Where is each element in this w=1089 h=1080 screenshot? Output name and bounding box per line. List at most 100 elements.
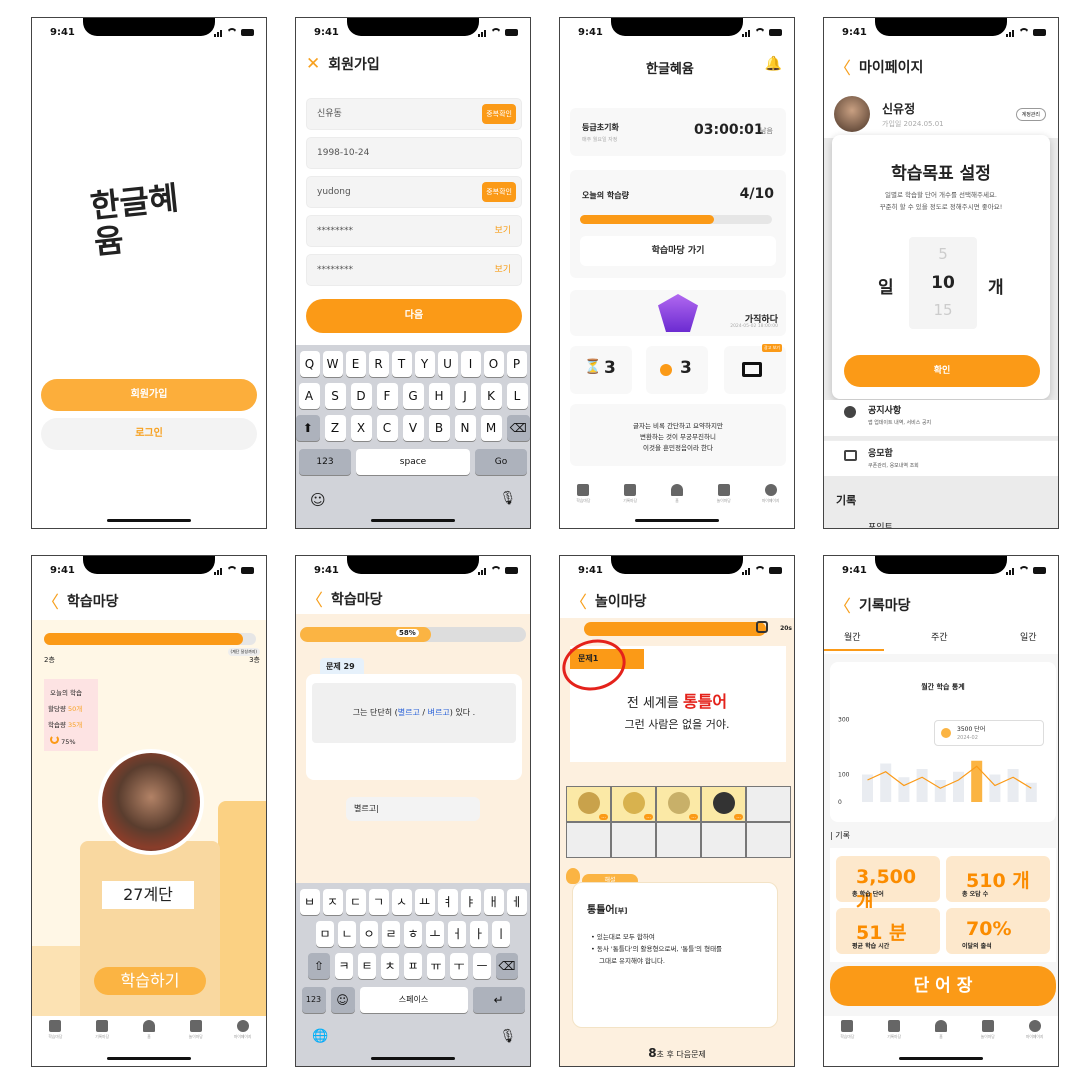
key[interactable]: H (428, 383, 450, 409)
key[interactable]: F (376, 383, 398, 409)
nav-item[interactable]: 놀이마당 (178, 1020, 214, 1040)
tab-weekly[interactable]: 주간 (931, 630, 948, 643)
key[interactable]: ㅜ (450, 953, 468, 979)
chart-bar[interactable] (989, 774, 1001, 803)
key[interactable]: ㄱ (368, 889, 389, 915)
numbers-key[interactable]: 123 (301, 987, 326, 1013)
tab-daily[interactable]: 일간 (1020, 630, 1037, 643)
key[interactable]: D (350, 383, 372, 409)
shift-key[interactable]: ⬆ (296, 415, 320, 441)
key[interactable]: ㅣ (492, 921, 510, 947)
key[interactable]: I (460, 351, 481, 377)
key[interactable]: V (402, 415, 424, 441)
key[interactable]: L (506, 383, 528, 409)
nav-item[interactable]: 마이페이지 (753, 484, 789, 504)
delete-key[interactable]: ⌫ (496, 953, 518, 979)
key[interactable]: ㅗ (426, 921, 444, 947)
key[interactable]: ㅇ (360, 921, 378, 947)
chart-bar[interactable] (1007, 769, 1019, 802)
emoji-key[interactable]: ☺ (330, 987, 355, 1013)
key[interactable]: ㅔ (506, 889, 527, 915)
chart-bar[interactable] (880, 763, 892, 803)
key[interactable]: K (480, 383, 502, 409)
check-duplicate-button[interactable]: 중복확인 (482, 182, 516, 202)
key[interactable]: A (298, 383, 320, 409)
vocabulary-button[interactable]: 단 어 장 (830, 966, 1056, 1006)
chart-bar[interactable] (916, 769, 928, 802)
return-key[interactable]: ↵ (472, 987, 525, 1013)
go-key[interactable]: Go (475, 449, 527, 475)
login-button[interactable]: 로그인 (41, 418, 257, 450)
microphone-icon[interactable]: 🎙 (499, 1029, 516, 1044)
key[interactable]: ㅂ (299, 889, 320, 915)
shift-key[interactable]: ⇧ (308, 953, 330, 979)
back-icon[interactable]: 〈 (834, 54, 851, 79)
nav-item[interactable]: 마이페이지 (1017, 1020, 1053, 1040)
key[interactable]: ㅁ (316, 921, 334, 947)
manage-account-button[interactable]: 계정관리 (1015, 108, 1046, 121)
nav-item[interactable]: 기록마당 (84, 1020, 120, 1040)
show-password-button[interactable]: 보기 (494, 216, 511, 246)
id-field[interactable]: yudong 중복확인 (306, 176, 522, 208)
nav-item[interactable]: 학습마당 (829, 1020, 865, 1040)
goal-picker[interactable]: 5 10 5 15 (909, 237, 977, 329)
numbers-key[interactable]: 123 (299, 449, 351, 475)
notice-menu[interactable]: 공지사항 앱 업데이트 내역, 서비스 공지 (824, 400, 1058, 436)
emoji-icon[interactable]: ☺ (310, 491, 326, 509)
chart-bar[interactable] (898, 777, 910, 802)
key[interactable]: W (322, 351, 343, 377)
nav-item[interactable]: 마이페이지 (225, 1020, 261, 1040)
support-menu[interactable]: 응모함 쿠폰관리, 응모내역 조회 (824, 440, 1058, 476)
next-button[interactable]: 다음 (306, 299, 522, 333)
check-duplicate-button[interactable]: 중복확인 (482, 104, 516, 124)
key[interactable]: E (345, 351, 366, 377)
back-icon[interactable]: 〈 (570, 588, 587, 613)
back-icon[interactable]: 〈 (306, 586, 323, 611)
key[interactable]: ㄷ (345, 889, 366, 915)
key[interactable]: J (454, 383, 476, 409)
key[interactable]: U (437, 351, 458, 377)
delete-key[interactable]: ⌫ (506, 415, 530, 441)
key[interactable]: ㅛ (414, 889, 435, 915)
nav-item[interactable]: 학습마당 (37, 1020, 73, 1040)
key[interactable]: X (350, 415, 372, 441)
tab-monthly[interactable]: 월간 (844, 630, 861, 643)
password-field[interactable]: ******** 보기 (306, 215, 522, 247)
key[interactable]: ㅅ (391, 889, 412, 915)
nav-item[interactable]: 홈 (923, 1020, 959, 1040)
key[interactable]: Z (324, 415, 346, 441)
key[interactable]: ㅊ (381, 953, 399, 979)
back-icon[interactable]: 〈 (42, 588, 59, 613)
key[interactable]: N (454, 415, 476, 441)
name-field[interactable]: 신유동 중복확인 (306, 98, 522, 130)
answer-input[interactable]: 별르고| (346, 797, 480, 821)
nav-item[interactable]: 기록마당 (876, 1020, 912, 1040)
bell-icon[interactable]: 🔔 (765, 56, 782, 72)
chart-bar[interactable] (953, 771, 964, 802)
nav-item[interactable]: 놀이마당 (970, 1020, 1006, 1040)
microphone-icon[interactable]: 🎙 (499, 491, 516, 506)
key[interactable]: ㅈ (322, 889, 343, 915)
key[interactable]: ㅓ (448, 921, 466, 947)
key[interactable]: Q (299, 351, 320, 377)
key[interactable]: G (402, 383, 424, 409)
nav-item[interactable]: 홈 (659, 484, 695, 504)
key[interactable]: M (480, 415, 502, 441)
trophy-card[interactable]: ⏳ 3 (570, 346, 632, 394)
key[interactable]: ㅏ (470, 921, 488, 947)
back-icon[interactable]: 〈 (834, 592, 851, 617)
key[interactable]: ㅡ (473, 953, 491, 979)
signup-button[interactable]: 회원가입 (41, 379, 257, 411)
key[interactable]: ㄹ (382, 921, 400, 947)
password-confirm-field[interactable]: ******** 보기 (306, 254, 522, 286)
key[interactable]: ㅍ (404, 953, 422, 979)
key[interactable]: ㅐ (483, 889, 504, 915)
key[interactable]: ㅋ (335, 953, 353, 979)
chart-bar[interactable] (934, 780, 946, 802)
ad-card[interactable]: 광고 보기 (724, 344, 786, 394)
key[interactable]: B (428, 415, 450, 441)
key[interactable]: O (483, 351, 504, 377)
key[interactable]: Y (414, 351, 435, 377)
nav-item[interactable]: 홈 (131, 1020, 167, 1040)
go-study-button[interactable]: 학습마당 가기 (580, 236, 776, 266)
